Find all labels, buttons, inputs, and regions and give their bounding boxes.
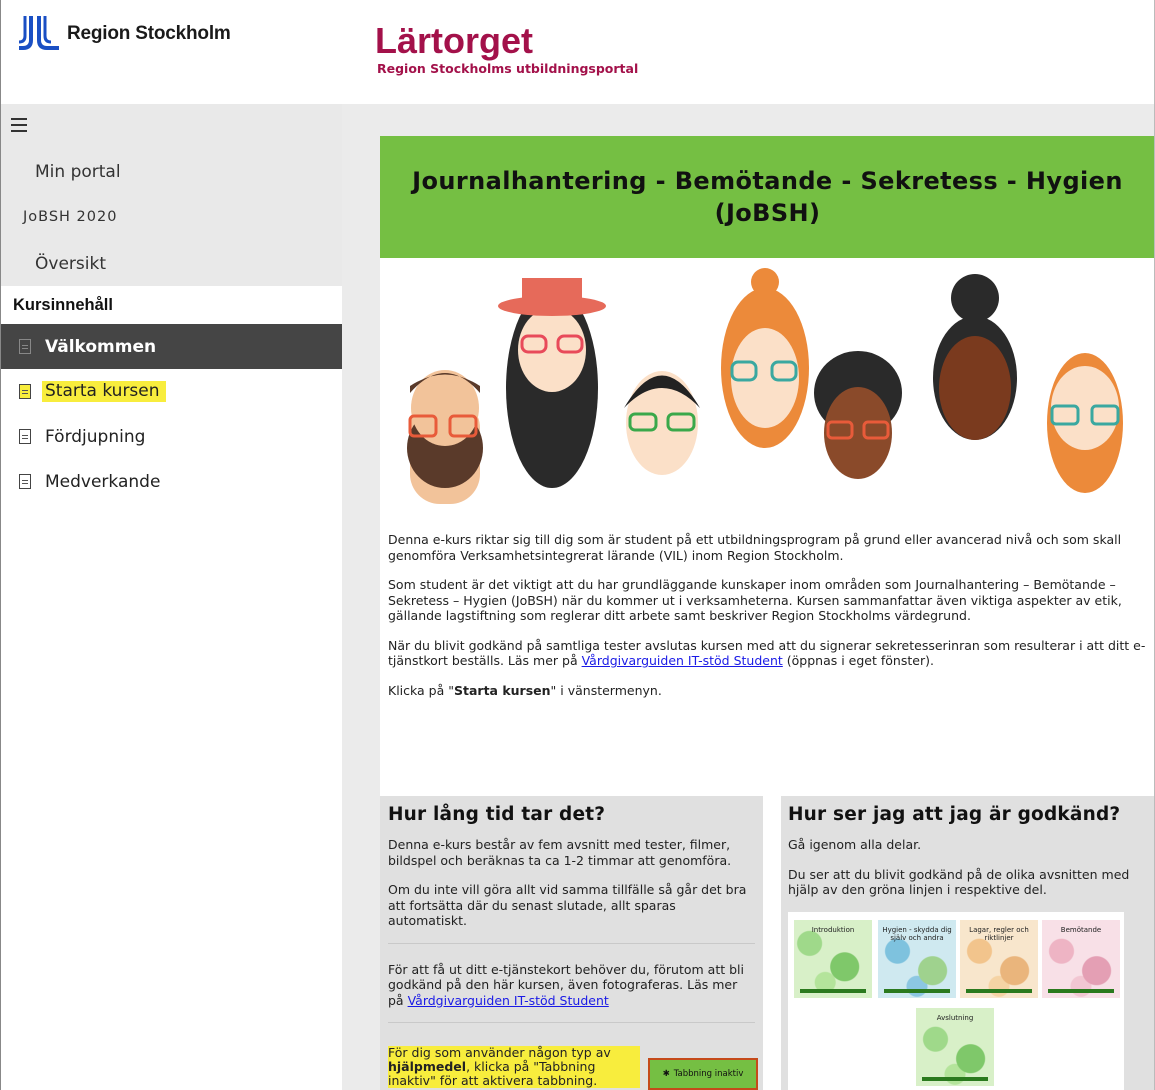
thumbnail-label: Hygien - skydda dig själv och andra — [882, 925, 952, 942]
hero-illustration — [380, 258, 1155, 504]
approval-box: Hur ser jag att jag är godkänd? Gå igeno… — [781, 796, 1155, 1090]
completion-bar — [884, 988, 950, 993]
divider — [388, 942, 755, 944]
completion-bar — [966, 988, 1032, 993]
person-ginger — [721, 268, 809, 448]
tabbing-toggle-button[interactable]: ✱ Tabbning inaktiv — [648, 1058, 758, 1090]
thumbnail-label: Avslutning — [936, 1013, 974, 1022]
course-banner: Journalhantering - Bemötande - Sekretess… — [380, 136, 1155, 258]
person-ginger-beard — [1047, 353, 1123, 493]
brand-title: Lärtorget — [375, 20, 534, 61]
box-title: Hur lång tid tar det? — [388, 804, 606, 825]
intro-paragraph: Klicka på "Starta kursen" i vänstermenyn… — [388, 683, 1147, 699]
thumbnail-label: Introduktion — [811, 925, 855, 934]
text-run: För dig som använder någon typ av — [388, 1045, 611, 1060]
section-thumbnails: Introduktion Hygien - skydda dig själv o… — [788, 911, 1124, 1090]
section-thumbnail: Introduktion — [794, 919, 872, 998]
text-run: (öppnas i eget fönster). — [782, 653, 934, 668]
section-thumbnail: Bemötande — [1042, 919, 1120, 998]
duration-box: Hur lång tid tar det? Denna e-kurs bestå… — [380, 796, 763, 1090]
sidebar-link-my-portal[interactable]: Min portal — [35, 162, 121, 182]
person-afro — [814, 351, 902, 479]
person-bun — [933, 274, 1017, 440]
sidebar-item-label: Fördjupning — [45, 426, 146, 447]
completion-bar — [800, 988, 866, 993]
section-thumbnail: Lagar, regler och riktlinjer — [960, 919, 1038, 998]
sidebar: Min portal JoBSH 2020 Översikt Kursinneh… — [0, 104, 342, 1090]
region-stockholm-logo[interactable]: Region Stockholm — [17, 14, 231, 54]
box-paragraph: Gå igenom alla delar. — [788, 837, 922, 852]
accessibility-note: För dig som använder någon typ av hjälpm… — [388, 1046, 640, 1088]
page-title: Journalhantering - Bemötande - Sekretess… — [412, 167, 1123, 227]
sidebar-item-medverkande[interactable]: Medverkande — [1, 459, 342, 504]
completion-bar — [1048, 988, 1114, 993]
vardgivarguiden-link[interactable]: Vårdgivarguiden IT-stöd Student — [582, 653, 783, 668]
box-title: Hur ser jag att jag är godkänd? — [788, 804, 1121, 825]
bold-text: hjälpmedel — [388, 1059, 467, 1074]
sidebar-item-valkommen[interactable]: Välkommen — [1, 324, 342, 369]
course-page: Journalhantering - Bemötande - Sekretess… — [380, 136, 1155, 1090]
person-short-hair — [624, 371, 700, 475]
bold-text: Starta kursen — [454, 682, 551, 698]
sidebar-section-title: Kursinnehåll — [1, 286, 342, 324]
site-header: Region Stockholm Lärtorget Region Stockh… — [0, 0, 1155, 104]
sidebar-item-starta-kursen[interactable]: Starta kursen — [1, 369, 342, 414]
tabbing-button-label: Tabbning inaktiv — [673, 1069, 744, 1079]
person-hat — [498, 278, 606, 488]
sidebar-top: Min portal JoBSH 2020 Översikt — [1, 104, 342, 286]
info-boxes: Hur lång tid tar det? Denna e-kurs bestå… — [380, 796, 1155, 1090]
text-run: " i vänstermenyn. — [550, 682, 662, 698]
document-icon — [19, 339, 31, 354]
sidebar-item-label: Starta kursen — [42, 381, 166, 402]
thumbnail-label: Lagar, regler och riktlinjer — [969, 925, 1029, 942]
sidebar-link-course[interactable]: JoBSH 2020 — [23, 209, 117, 225]
hamburger-menu-icon[interactable] — [11, 118, 27, 132]
document-icon — [19, 474, 31, 489]
divider — [388, 1022, 755, 1023]
region-logo-icon — [18, 16, 59, 50]
sidebar-item-fordjupning[interactable]: Fördjupning — [1, 414, 342, 459]
brand-subtitle: Region Stockholms utbildningsportal — [377, 61, 639, 76]
main-content[interactable]: Journalhantering - Bemötande - Sekretess… — [342, 104, 1155, 1090]
box-paragraph: Du ser att du blivit godkänd på de olika… — [788, 866, 1130, 898]
person-bearded — [407, 370, 483, 504]
completion-bar — [922, 1076, 988, 1081]
intro-paragraph: Som student är det viktigt att du har gr… — [388, 577, 1122, 623]
thumbnail-label: Bemötande — [1060, 925, 1102, 934]
box-paragraph: Om du inte vill göra allt vid samma till… — [388, 882, 747, 928]
brand[interactable]: Lärtorget Region Stockholms utbildningsp… — [375, 20, 639, 77]
intro-paragraph: Denna e-kurs riktar sig till dig som är … — [388, 532, 1122, 563]
course-intro: Denna e-kurs riktar sig till dig som är … — [380, 532, 1155, 698]
people-illustration — [407, 268, 1123, 504]
section-thumbnail: Avslutning — [916, 1007, 994, 1086]
document-icon — [19, 384, 31, 399]
box-paragraph: För att få ut ditt e-tjänstekort behöver… — [388, 962, 755, 1009]
text-run: Klicka på " — [388, 682, 454, 698]
sidebar-item-label: Medverkande — [45, 471, 161, 492]
org-name: Region Stockholm — [67, 23, 231, 44]
document-icon — [19, 429, 31, 444]
accessibility-icon: ✱ — [662, 1069, 670, 1079]
intro-paragraph: När du blivit godkänd på samtliga tester… — [388, 638, 1147, 669]
sidebar-link-overview[interactable]: Översikt — [35, 254, 106, 274]
section-thumbnail: Hygien - skydda dig själv och andra — [878, 919, 956, 998]
sidebar-item-label: Välkommen — [45, 336, 157, 357]
box-paragraph: Denna e-kurs består av fem avsnitt med t… — [388, 837, 732, 868]
vardgivarguiden-link[interactable]: Vårdgivarguiden IT-stöd Student — [408, 993, 609, 1008]
